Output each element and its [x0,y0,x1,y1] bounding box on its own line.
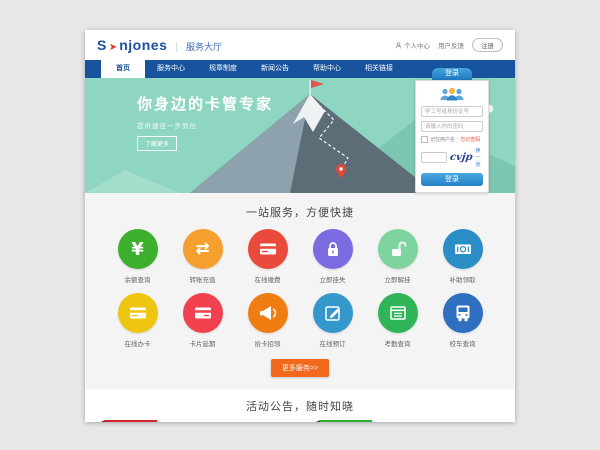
service-reservation[interactable]: 在线预订 [300,293,365,357]
users-group-icon [421,87,483,102]
services-row-2: 在线办卡 卡片延期 拾卡招领 在线预订 [85,293,515,357]
nav-item-links[interactable]: 相关链接 [353,60,405,78]
login-options-row: 记住用户名 | 忘记密码 [421,136,483,143]
lock-icon [322,238,344,260]
header-utility-links: 个人中心 用户反馈 注册 [395,38,503,52]
service-card-renewal[interactable]: 卡片延期 [170,293,235,357]
card-icon [257,238,279,260]
banknote-icon [452,238,474,260]
personal-center-label: 个人中心 [404,40,430,50]
logo[interactable]: S ➤ njones | 服务大厅 [97,37,222,53]
hero-copy: 你身边的卡管专家 提供捷径一步到位 了解更多 [137,93,273,151]
logo-divider: | [175,42,178,53]
service-attendance[interactable]: 考勤查询 [365,293,430,357]
hero-cta-button[interactable]: 了解更多 [137,136,177,151]
service-balance[interactable]: ¥ 余额查询 [105,229,170,293]
nav-item-home[interactable]: 首页 [101,60,145,78]
services-title: 一站服务，方便快捷 [85,204,515,220]
service-subsidy[interactable]: 补助领取 [430,229,495,293]
service-transfer[interactable]: ⇄ 转账充值 [170,229,235,293]
captcha-input[interactable] [421,152,447,163]
usage-guide-ribbon[interactable]: 使用指南 [105,420,157,422]
nav-item-service-center[interactable]: 服务中心 [145,60,197,78]
services-section: 一站服务，方便快捷 ¥ 余额查询 ⇄ 转账充值 在线缴费 立即挂失 [85,193,515,389]
remember-checkbox[interactable] [421,136,428,143]
password-input[interactable] [421,121,483,132]
edit-icon [322,302,344,324]
hero-title: 你身边的卡管专家 [137,93,273,114]
megaphone-icon [257,302,279,324]
username-input[interactable] [421,106,483,117]
hero-subtitle: 提供捷径一步到位 [137,120,273,130]
captcha-refresh-link[interactable]: 换一张 [476,147,483,168]
attendance-icon [387,302,409,324]
captcha-row: cvjp 换一张 [421,147,483,168]
site-title: 服务大厅 [186,40,222,53]
transfer-icon: ⇄ [195,239,209,259]
user-feedback-link[interactable]: 用户反馈 [438,40,464,50]
nav-item-regulations[interactable]: 规章制度 [197,60,249,78]
remember-label: 记住用户名 [430,136,455,143]
service-unreport-loss[interactable]: 立即解挂 [365,229,430,293]
bus-icon [452,302,474,324]
login-tab[interactable]: 登录 [432,68,472,80]
header: S ➤ njones | 服务大厅 个人中心 用户反馈 注册 [85,30,515,60]
card-icon [192,302,214,324]
yen-icon: ¥ [131,239,144,260]
login-form: 记住用户名 | 忘记密码 cvjp 换一张 登录 [415,80,489,193]
logo-text-prefix: S [97,37,107,53]
login-panel: 登录 记住用户名 | 忘记密码 cvjp 换一张 [415,68,489,193]
unlock-icon [387,238,409,260]
card-icon [127,302,149,324]
service-lost-found[interactable]: 拾卡招领 [235,293,300,357]
services-row-1: ¥ 余额查询 ⇄ 转账充值 在线缴费 立即挂失 [85,229,515,293]
service-payment[interactable]: 在线缴费 [235,229,300,293]
announcements-title: 活动公告，随时知晓 [85,398,515,414]
user-feedback-label: 用户反馈 [438,40,464,50]
user-icon [395,42,402,49]
options-divider: | [457,137,458,143]
logo-text-suffix: njones [119,37,167,53]
service-report-loss[interactable]: 立即挂失 [300,229,365,293]
more-services-button[interactable]: 更多服务>> [271,359,329,377]
captcha-image[interactable]: cvjp [449,152,473,163]
logo-spark-icon: ➤ [109,42,117,53]
register-button[interactable]: 注册 [472,38,503,52]
login-submit-button[interactable]: 登录 [421,173,483,186]
service-bus[interactable]: 校车查询 [430,293,495,357]
nav-item-news[interactable]: 新闻公告 [249,60,301,78]
usage-guide-ribbon-green[interactable]: 使用指南 [320,420,372,422]
nav-item-help-center[interactable]: 帮助中心 [301,60,353,78]
service-apply-card[interactable]: 在线办卡 [105,293,170,357]
announcements-section: 活动公告，随时知晓 使用指南 最新公告 更多>> 使用指南 更多>> [85,389,515,422]
forgot-password-link[interactable]: 忘记密码 [460,136,480,143]
service-hall-page: S ➤ njones | 服务大厅 个人中心 用户反馈 注册 首页 服务中心 规… [85,30,515,422]
personal-center-link[interactable]: 个人中心 [395,40,430,50]
desktop-background: S ➤ njones | 服务大厅 个人中心 用户反馈 注册 首页 服务中心 规… [0,0,600,450]
